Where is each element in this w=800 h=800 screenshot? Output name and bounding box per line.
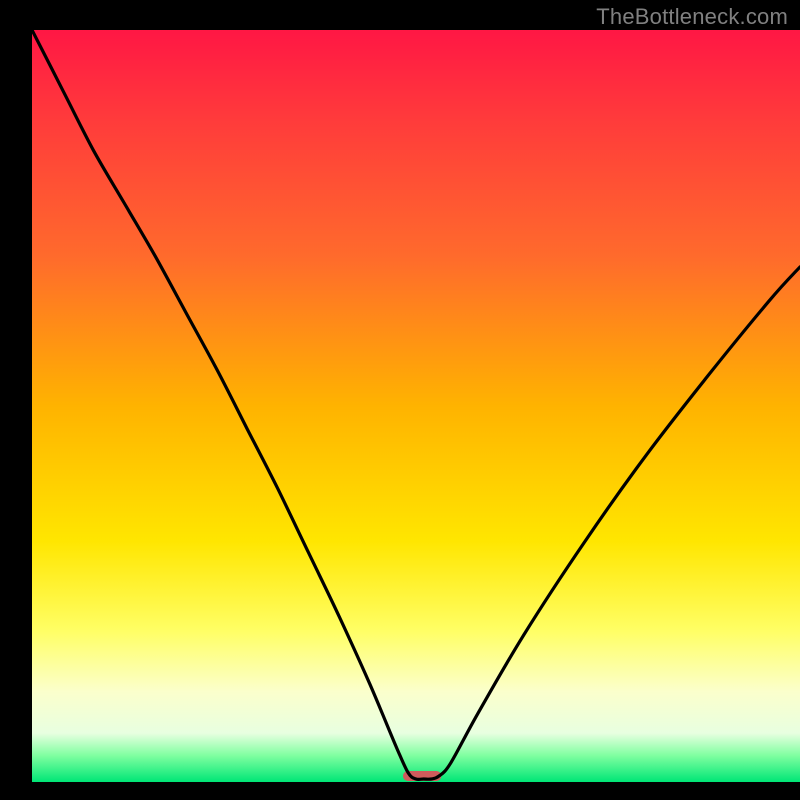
watermark-text: TheBottleneck.com: [596, 4, 788, 30]
chart-svg: [0, 0, 800, 800]
chart-container: { "watermark": "TheBottleneck.com", "cha…: [0, 0, 800, 800]
